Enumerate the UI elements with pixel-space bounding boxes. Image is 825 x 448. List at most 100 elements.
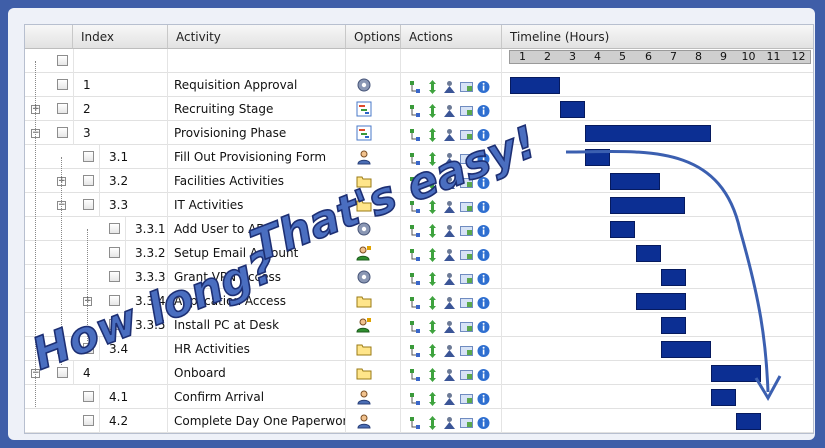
info-icon[interactable] xyxy=(477,222,490,237)
assign-icon[interactable] xyxy=(443,222,456,237)
gantt-bar[interactable] xyxy=(610,173,660,190)
table-row[interactable]: −3 Provisioning Phase xyxy=(25,121,813,145)
row-checkbox[interactable] xyxy=(109,319,120,330)
row-checkbox[interactable] xyxy=(57,367,68,378)
move-icon[interactable] xyxy=(426,102,439,118)
gantt-bar[interactable] xyxy=(610,197,685,214)
user-icon[interactable] xyxy=(356,389,372,405)
move-icon[interactable] xyxy=(426,270,439,286)
move-icon[interactable] xyxy=(426,294,439,310)
info-icon[interactable] xyxy=(477,246,490,261)
hierarchy-icon[interactable] xyxy=(409,126,422,141)
timeline-column-header[interactable]: Timeline (Hours) xyxy=(502,25,813,49)
hierarchy-icon[interactable] xyxy=(409,174,422,189)
info-icon[interactable] xyxy=(477,318,490,333)
user-add-icon[interactable] xyxy=(356,245,372,261)
row-checkbox[interactable] xyxy=(83,199,94,210)
link-icon[interactable] xyxy=(460,390,473,404)
link-icon[interactable] xyxy=(460,246,473,260)
row-checkbox[interactable] xyxy=(57,103,68,114)
move-icon[interactable] xyxy=(426,78,439,94)
gantt-bar[interactable] xyxy=(661,317,686,334)
link-icon[interactable] xyxy=(460,198,473,212)
assign-icon[interactable] xyxy=(443,366,456,381)
table-row[interactable]: 4.2 Complete Day One Paperwork xyxy=(25,409,813,433)
row-checkbox[interactable] xyxy=(57,79,68,90)
assign-icon[interactable] xyxy=(443,174,456,189)
link-icon[interactable] xyxy=(460,174,473,188)
table-row[interactable]: 3.1 Fill Out Provisioning Form xyxy=(25,145,813,169)
row-checkbox[interactable] xyxy=(83,175,94,186)
folder-icon[interactable] xyxy=(356,365,372,381)
hierarchy-icon[interactable] xyxy=(409,318,422,333)
link-icon[interactable] xyxy=(460,318,473,332)
assign-icon[interactable] xyxy=(443,318,456,333)
hierarchy-icon[interactable] xyxy=(409,78,422,93)
hierarchy-icon[interactable] xyxy=(409,102,422,117)
info-icon[interactable] xyxy=(477,342,490,357)
table-row[interactable]: −4 Onboard xyxy=(25,361,813,385)
assign-icon[interactable] xyxy=(443,390,456,405)
info-icon[interactable] xyxy=(477,198,490,213)
row-checkbox[interactable] xyxy=(83,151,94,162)
gantt-bar[interactable] xyxy=(661,269,686,286)
gear-icon[interactable] xyxy=(356,221,372,237)
folder-icon[interactable] xyxy=(356,173,372,189)
hierarchy-icon[interactable] xyxy=(409,150,422,165)
table-row[interactable]: 3.3.1 Add User to AD xyxy=(25,217,813,241)
hierarchy-icon[interactable] xyxy=(409,246,422,261)
move-icon[interactable] xyxy=(426,390,439,406)
table-row[interactable]: +3.3.4 Application Access xyxy=(25,289,813,313)
move-icon[interactable] xyxy=(426,222,439,238)
info-icon[interactable] xyxy=(477,150,490,165)
gear-icon[interactable] xyxy=(356,269,372,285)
assign-icon[interactable] xyxy=(443,126,456,141)
assign-icon[interactable] xyxy=(443,294,456,309)
info-icon[interactable] xyxy=(477,126,490,141)
move-icon[interactable] xyxy=(426,150,439,166)
gantt-bar[interactable] xyxy=(610,221,635,238)
link-icon[interactable] xyxy=(460,342,473,356)
link-icon[interactable] xyxy=(460,78,473,92)
link-icon[interactable] xyxy=(460,414,473,428)
options-column-header[interactable]: Options xyxy=(346,25,401,49)
gantt-bar[interactable] xyxy=(510,77,560,94)
folder-icon[interactable] xyxy=(356,341,372,357)
gantt-bar[interactable] xyxy=(711,365,761,382)
move-icon[interactable] xyxy=(426,246,439,262)
assign-icon[interactable] xyxy=(443,342,456,357)
gantt-bar[interactable] xyxy=(585,149,610,166)
row-checkbox[interactable] xyxy=(83,391,94,402)
user-icon[interactable] xyxy=(356,149,372,165)
gear-icon[interactable] xyxy=(356,77,372,93)
move-icon[interactable] xyxy=(426,342,439,358)
gantt-bar[interactable] xyxy=(736,413,761,430)
move-icon[interactable] xyxy=(426,366,439,382)
link-icon[interactable] xyxy=(460,294,473,308)
link-icon[interactable] xyxy=(460,102,473,116)
gantt-bar[interactable] xyxy=(636,245,661,262)
table-row[interactable]: −3.3 IT Activities xyxy=(25,193,813,217)
link-icon[interactable] xyxy=(460,270,473,284)
user-add-icon[interactable] xyxy=(356,317,372,333)
assign-icon[interactable] xyxy=(443,102,456,117)
hierarchy-icon[interactable] xyxy=(409,270,422,285)
link-icon[interactable] xyxy=(460,366,473,380)
gantt-bar[interactable] xyxy=(585,125,711,142)
link-icon[interactable] xyxy=(460,126,473,140)
assign-icon[interactable] xyxy=(443,246,456,261)
move-icon[interactable] xyxy=(426,318,439,334)
table-row[interactable]: 4.1 Confirm Arrival xyxy=(25,385,813,409)
move-icon[interactable] xyxy=(426,414,439,430)
table-row[interactable]: +3.2 Facilities Activities xyxy=(25,169,813,193)
folder-icon[interactable] xyxy=(356,197,372,213)
hierarchy-icon[interactable] xyxy=(409,198,422,213)
row-checkbox[interactable] xyxy=(83,415,94,426)
user-icon[interactable] xyxy=(356,413,372,429)
assign-icon[interactable] xyxy=(443,414,456,429)
link-icon[interactable] xyxy=(460,222,473,236)
move-icon[interactable] xyxy=(426,126,439,142)
table-row[interactable]: +3.4 HR Activities xyxy=(25,337,813,361)
table-row[interactable]: 3.3.2 Setup Email Account xyxy=(25,241,813,265)
link-icon[interactable] xyxy=(460,150,473,164)
